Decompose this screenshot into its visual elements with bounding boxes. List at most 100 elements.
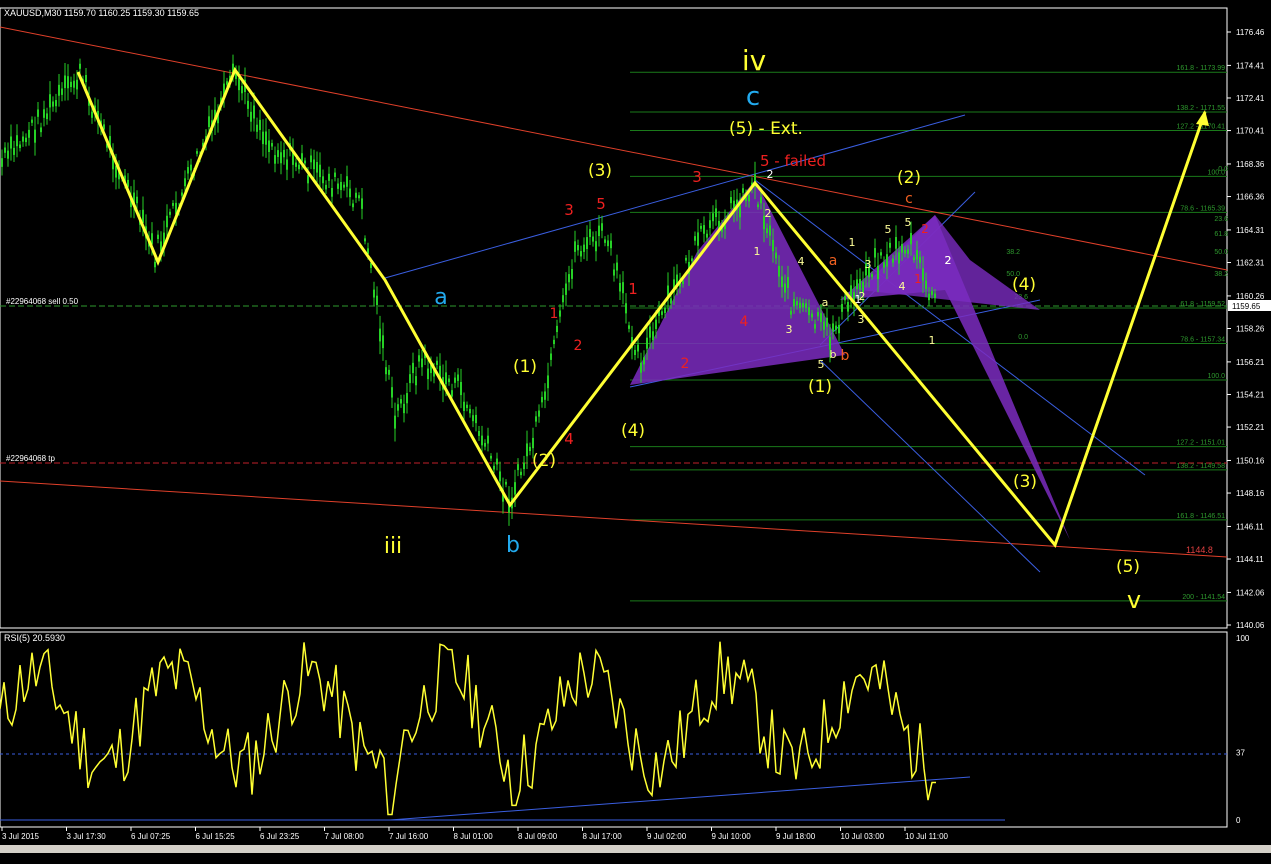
time-tick-label: 8 Jul 09:00 <box>518 832 558 841</box>
candle-body <box>919 256 921 263</box>
candle-body <box>52 101 54 107</box>
candle-body <box>607 240 609 247</box>
fib-label: 100.0 <box>1207 373 1225 380</box>
candle-body <box>298 164 300 170</box>
candle-body <box>364 238 366 242</box>
candle-body <box>403 403 405 414</box>
wave-label-small: 3 <box>786 323 793 336</box>
candle-body <box>742 188 744 193</box>
fib-label: 161.8 - 1146.51 <box>1176 513 1225 520</box>
candle-body <box>904 249 906 254</box>
candle-body <box>628 325 630 329</box>
candle-body <box>358 195 360 199</box>
wave-label-small: a <box>822 296 829 309</box>
candle-body <box>13 147 15 155</box>
rsi-trendline <box>389 776 971 821</box>
candle-body <box>79 63 81 69</box>
wave-label-yellow: (5) <box>1116 557 1140 577</box>
candle-body <box>463 401 465 411</box>
candle-body <box>454 377 456 383</box>
candle-body <box>346 176 348 187</box>
candle-body <box>907 249 909 254</box>
candle-body <box>277 150 279 157</box>
candle-body <box>925 280 927 289</box>
candle-body <box>556 325 558 333</box>
candle-body <box>757 204 759 207</box>
price-tick-label: 1174.41 <box>1236 61 1265 70</box>
candle-body <box>487 435 489 444</box>
wave-label-small: 5 <box>905 216 912 229</box>
wave-label-red: 3 <box>692 168 702 186</box>
wave-label-red: 4 <box>564 430 574 448</box>
time-tick-label: 7 Jul 08:00 <box>325 832 365 841</box>
candle-body <box>517 464 519 471</box>
fib-label: 138.2 - 1149.58 <box>1176 463 1225 470</box>
candle-body <box>238 77 240 91</box>
wave-label-red: 5 <box>596 195 606 213</box>
candle-body <box>550 353 552 360</box>
candle-body <box>637 344 639 352</box>
candle-body <box>25 137 27 143</box>
price-tick-label: 1166.36 <box>1236 193 1265 202</box>
time-tick-label: 9 Jul 02:00 <box>647 832 687 841</box>
candle-body <box>847 301 849 312</box>
wave-label-yellow: (2) <box>532 451 556 471</box>
wave-label-small: 2 <box>765 207 772 220</box>
candle-body <box>448 378 450 383</box>
candle-body <box>241 86 243 94</box>
price-tick-label: 1154.21 <box>1236 390 1265 399</box>
candle-body <box>436 360 438 365</box>
candle-body <box>583 244 585 252</box>
upper-trendline <box>0 26 1228 271</box>
candle-body <box>538 410 540 417</box>
candle-body <box>589 229 591 238</box>
fib-small-label: 50.0 <box>1214 249 1228 256</box>
candle-body <box>835 325 837 330</box>
candle-body <box>652 331 654 341</box>
candle-body <box>532 437 534 449</box>
price-panel-frame <box>0 7 1228 629</box>
candle-body <box>304 160 306 164</box>
candle-body <box>190 164 192 171</box>
candle-body <box>796 301 798 306</box>
candle-body <box>805 303 807 308</box>
rsi-line <box>0 641 936 816</box>
candle-body <box>712 213 714 222</box>
wave-label-yellow: (2) <box>897 168 921 188</box>
fib-label: 78.6 - 1157.34 <box>1180 336 1225 343</box>
candle-body <box>196 151 198 154</box>
candle-body <box>547 375 549 389</box>
candle-body <box>916 250 918 260</box>
wave-label-yellow: (1) <box>513 357 537 377</box>
fib-label: 138.2 - 1171.55 <box>1176 105 1225 112</box>
candle-body <box>7 150 9 159</box>
candle-body <box>781 276 783 288</box>
wave-label-small: 1 <box>929 334 936 347</box>
candle-body <box>76 79 78 90</box>
fib-small-label: 61.8 <box>1214 231 1228 238</box>
price-tick-label: 1144.11 <box>1236 555 1264 564</box>
candle-body <box>379 328 381 342</box>
price-tick-label: 1146.11 <box>1236 522 1264 531</box>
price-tick-label: 1158.26 <box>1236 325 1265 334</box>
price-tick-label: 1160.26 <box>1236 292 1265 301</box>
candle-body <box>715 208 717 218</box>
candle-body <box>493 465 495 470</box>
candle-body <box>883 262 885 268</box>
candle-body <box>838 324 840 334</box>
candle-body <box>595 241 597 252</box>
candle-body <box>157 234 159 239</box>
candle-body <box>28 129 30 138</box>
fib-small-label: 38.2 <box>1006 249 1020 256</box>
candle-body <box>640 362 642 373</box>
candle-body <box>355 192 357 198</box>
time-tick-label: 6 Jul 07:25 <box>131 832 171 841</box>
candle-body <box>256 124 258 132</box>
candle-body <box>844 296 846 301</box>
candle-body <box>181 192 183 196</box>
candle-body <box>265 131 267 145</box>
price-tick-label: 1156.21 <box>1236 358 1265 367</box>
candle-body <box>598 225 600 237</box>
candle-body <box>154 261 156 268</box>
candle-body <box>445 372 447 385</box>
